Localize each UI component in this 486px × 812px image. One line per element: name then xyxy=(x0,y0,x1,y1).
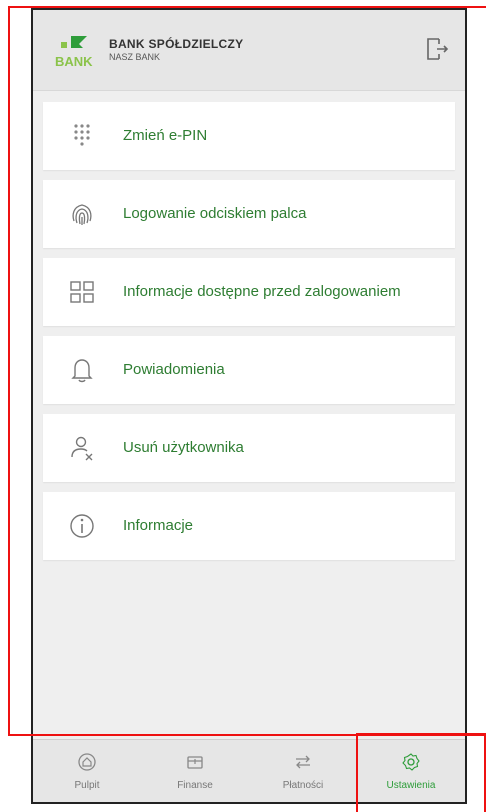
menu-item-label: Logowanie odciskiem palca xyxy=(123,205,307,222)
bank-logo: BANK xyxy=(55,36,93,69)
nav-item-finanse[interactable]: Finanse xyxy=(141,740,249,802)
home-icon xyxy=(78,753,96,771)
menu-item-label: Informacje dostępne przed zalogowaniem xyxy=(123,283,401,300)
wallet-icon xyxy=(187,756,203,769)
nav-label: Ustawienia xyxy=(386,780,436,791)
nav-item-platnosci[interactable]: Płatności xyxy=(249,740,357,802)
menu-item-notifications[interactable]: Powiadomienia xyxy=(43,336,455,404)
nav-label: Pulpit xyxy=(74,780,100,791)
menu-item-pre-login-info[interactable]: Informacje dostępne przed zalogowaniem xyxy=(43,258,455,326)
menu-item-remove-user[interactable]: Usuń użytkownika xyxy=(43,414,455,482)
transfer-icon xyxy=(296,755,310,769)
remove-user-icon xyxy=(71,436,93,461)
menu-item-fingerprint-login[interactable]: Logowanie odciskiem palca xyxy=(43,180,455,248)
bank-subtitle: NASZ BANK xyxy=(109,52,161,62)
menu-item-label: Usuń użytkownika xyxy=(123,439,244,456)
bottom-navigation: Pulpit Finanse Płatności Ustawienia xyxy=(33,739,465,802)
menu-item-label: Informacje xyxy=(123,517,194,534)
nav-item-ustawienia[interactable]: Ustawienia xyxy=(357,740,465,802)
nav-label: Płatności xyxy=(282,780,324,791)
bank-name: BANK SPÓŁDZIELCZY xyxy=(109,37,244,51)
menu-item-change-epin[interactable]: Zmień e-PIN xyxy=(43,102,455,170)
keypad-icon xyxy=(74,124,90,146)
info-icon xyxy=(70,514,94,538)
menu-item-information[interactable]: Informacje xyxy=(43,492,455,560)
app-screen: BANK BANK SPÓŁDZIELCZY NASZ BANK Zmień e… xyxy=(31,8,467,804)
logo-text: BANK xyxy=(55,54,93,69)
settings-icon xyxy=(402,753,420,771)
logout-icon[interactable] xyxy=(425,36,449,62)
nav-item-pulpit[interactable]: Pulpit xyxy=(33,740,141,802)
menu-item-label: Zmień e-PIN xyxy=(123,127,208,144)
menu-item-label: Powiadomienia xyxy=(123,361,225,378)
app-header: BANK BANK SPÓŁDZIELCZY NASZ BANK xyxy=(33,10,465,91)
nav-label: Finanse xyxy=(177,780,213,791)
fingerprint-icon xyxy=(72,204,92,225)
grid-icon xyxy=(70,281,94,303)
bell-icon xyxy=(71,359,93,383)
settings-menu: Zmień e-PIN Logowanie odciskiem palca In… xyxy=(43,102,455,570)
